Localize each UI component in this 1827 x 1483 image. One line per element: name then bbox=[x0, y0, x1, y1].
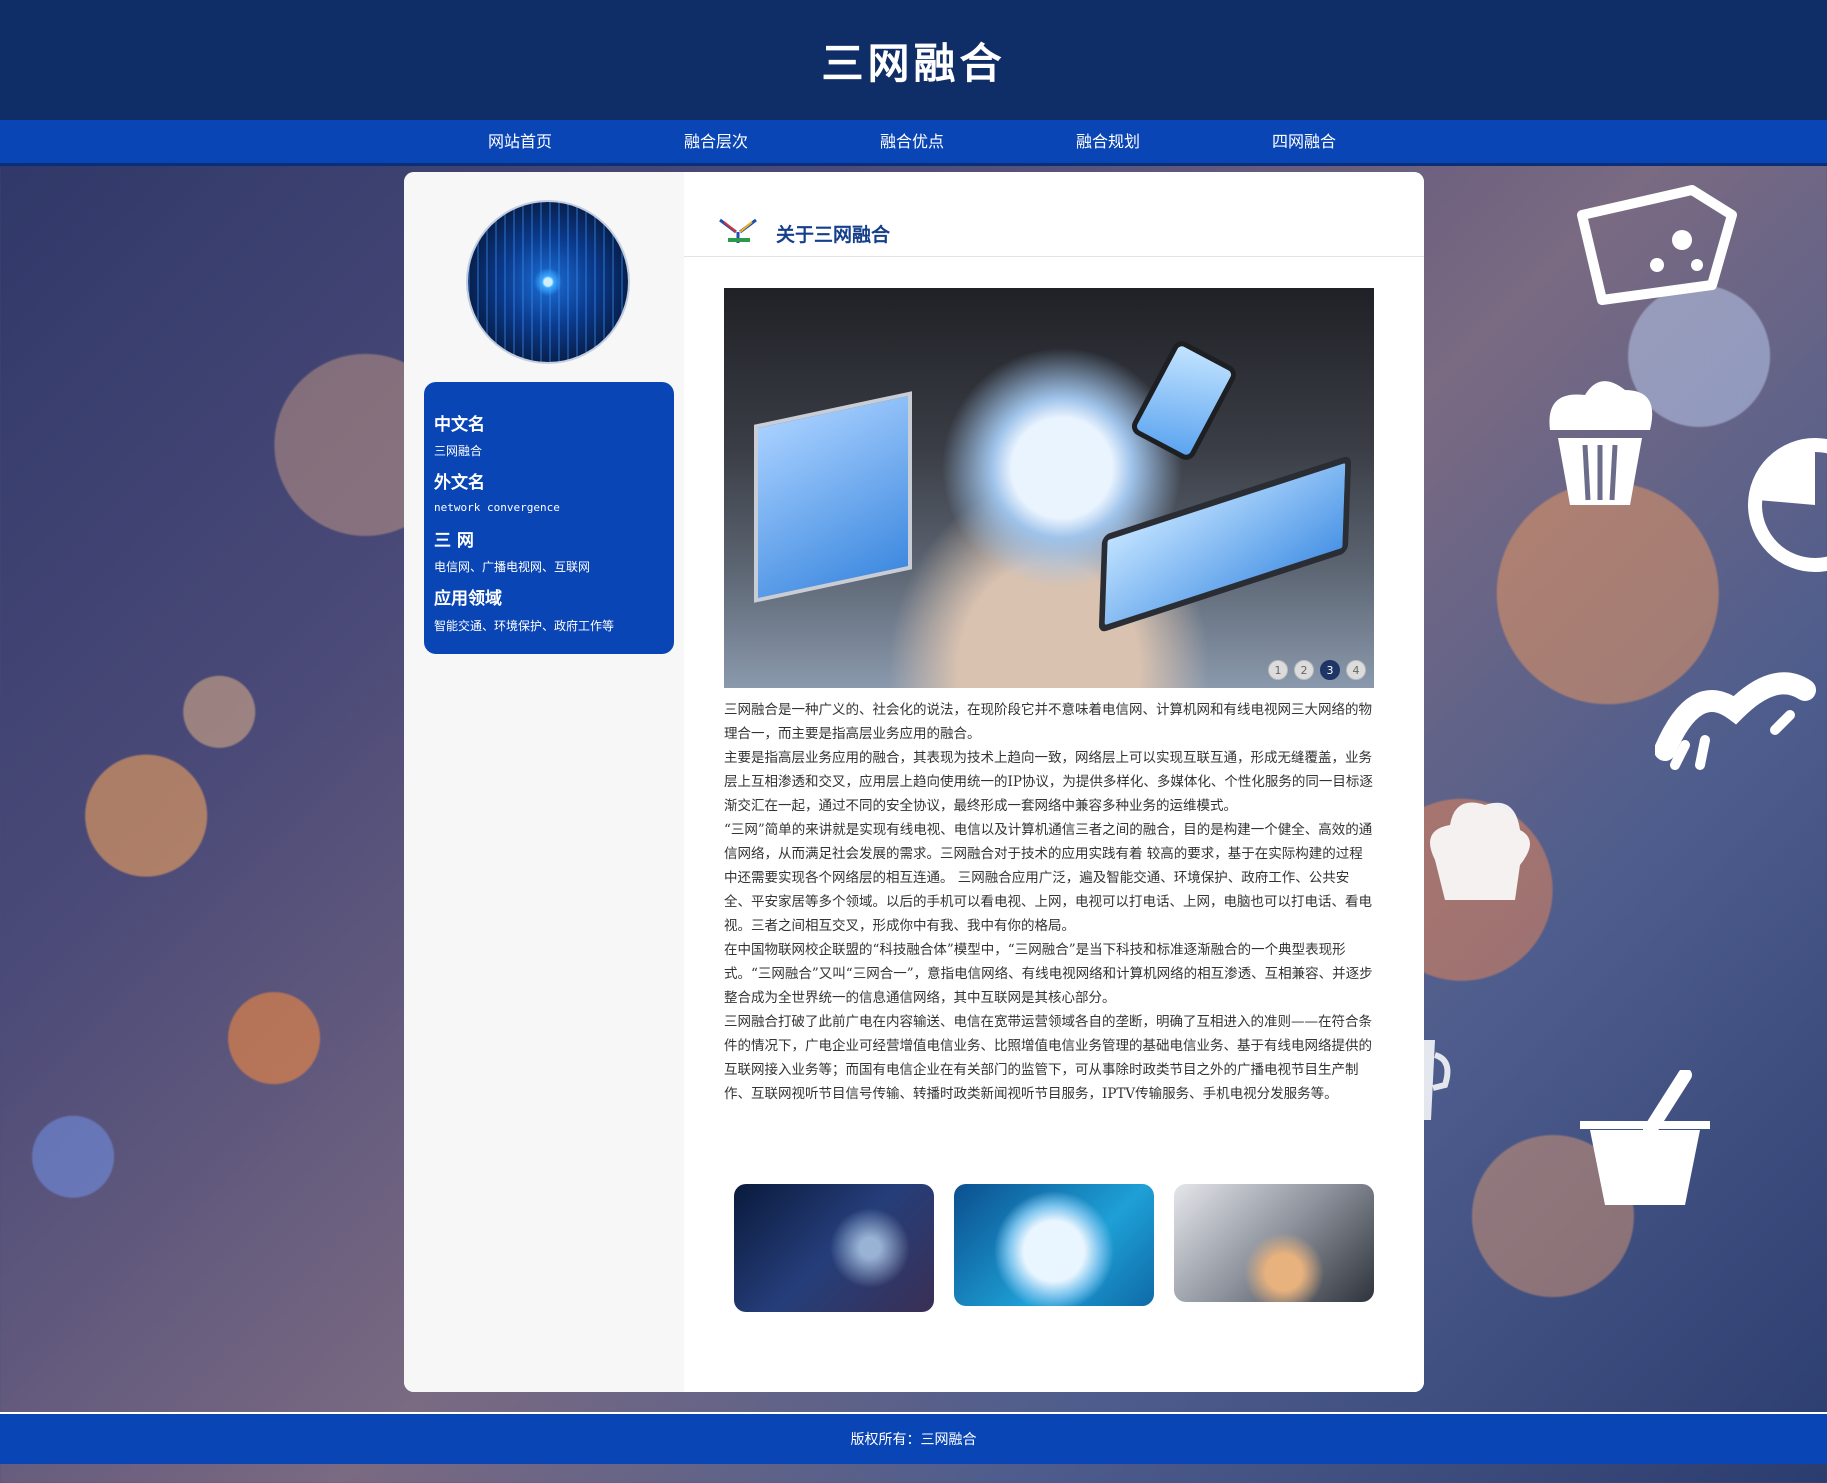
site-title: 三网融合 bbox=[821, 38, 1006, 88]
pie-chart-icon bbox=[1748, 438, 1827, 572]
croissant-icon bbox=[1655, 672, 1816, 770]
article-body: 三网融合是一种广义的、社会化的说法，在现阶段它并不意味着电信网、计算机网和有线电… bbox=[724, 698, 1374, 1106]
thumbnail-robotics[interactable] bbox=[734, 1184, 934, 1312]
slider-tablet-graphic bbox=[1098, 454, 1352, 634]
content-card: 中文名 三网融合 外文名 network convergence 三 网 电信网… bbox=[404, 172, 1424, 1392]
main-content: 关于三网融合 1 2 3 4 三网融合是一种广义的、社会化的说法，在现阶段它并不… bbox=[684, 172, 1424, 1392]
slider-dot-4[interactable]: 4 bbox=[1346, 660, 1366, 680]
article-paragraph: 主要是指高层业务应用的融合，其表现为技术上趋向一致，网络层上可以实现互联互通，形… bbox=[724, 750, 1373, 814]
champagne-bucket-icon bbox=[1580, 1070, 1710, 1205]
info-label-foreign-name: 外文名 bbox=[434, 473, 485, 493]
main-nav: 网站首页 融合层次 融合优点 融合规划 四网融合 bbox=[0, 120, 1827, 166]
slider-pagination: 1 2 3 4 bbox=[1268, 660, 1366, 680]
section-title: 关于三网融合 bbox=[776, 224, 891, 246]
article-paragraph: 三网融合打破了此前广电在内容输送、电信在宽带运营领域各自的垄断，明确了互相进入的… bbox=[724, 1014, 1372, 1102]
nav-item-levels[interactable]: 融合层次 bbox=[636, 120, 796, 163]
copyright-text: 版权所有：三网融合 bbox=[850, 1432, 977, 1448]
info-value-foreign-name: network convergence bbox=[434, 501, 560, 514]
section-header: 关于三网融合 bbox=[684, 172, 1424, 257]
slider-dot-3[interactable]: 3 bbox=[1320, 660, 1340, 680]
image-slider[interactable]: 1 2 3 4 bbox=[724, 288, 1374, 688]
article-paragraph: “三网”简单的来讲就是实现有线电视、电信以及计算机通信三者之间的融合，目的是构建… bbox=[724, 822, 1373, 934]
logo-icon bbox=[719, 218, 757, 243]
site-header: 三网融合 bbox=[0, 0, 1827, 120]
info-value-three-networks: 电信网、广播电视网、互联网 bbox=[434, 560, 591, 574]
article-paragraph: 三网融合是一种广义的、社会化的说法，在现阶段它并不意味着电信网、计算机网和有线电… bbox=[724, 702, 1372, 742]
slider-phone-graphic bbox=[1128, 337, 1240, 464]
info-value-chinese-name: 三网融合 bbox=[434, 444, 483, 458]
slider-dot-2[interactable]: 2 bbox=[1294, 660, 1314, 680]
chef-hat-icon bbox=[1430, 802, 1530, 900]
article-paragraph: 在中国物联网校企联盟的“科技融合体”模型中，“三网融合”是当下科技和标准逐渐融合… bbox=[724, 942, 1373, 1006]
slider-dot-1[interactable]: 1 bbox=[1268, 660, 1288, 680]
cupcake-icon bbox=[1549, 381, 1653, 505]
nav-item-four-network[interactable]: 四网融合 bbox=[1224, 120, 1384, 163]
avatar bbox=[468, 202, 628, 362]
info-label-application: 应用领域 bbox=[434, 589, 502, 609]
cheese-icon bbox=[1577, 185, 1737, 305]
slider-laptop-graphic bbox=[754, 391, 912, 603]
nav-item-home[interactable]: 网站首页 bbox=[440, 120, 600, 163]
thumbnail-globe-tech[interactable] bbox=[954, 1184, 1154, 1306]
nav-item-advantages[interactable]: 融合优点 bbox=[832, 120, 992, 163]
info-label-chinese-name: 中文名 bbox=[434, 415, 485, 435]
info-label-three-networks: 三 网 bbox=[434, 531, 474, 551]
info-value-application: 智能交通、环境保护、政府工作等 bbox=[434, 619, 615, 633]
site-footer: 版权所有：三网融合 bbox=[0, 1412, 1827, 1464]
nav-item-planning[interactable]: 融合规划 bbox=[1028, 120, 1188, 163]
thumbnail-world-map[interactable] bbox=[1174, 1184, 1374, 1302]
sidebar: 中文名 三网融合 外文名 network convergence 三 网 电信网… bbox=[404, 172, 684, 1392]
info-box: 中文名 三网融合 外文名 network convergence 三 网 电信网… bbox=[424, 382, 674, 654]
